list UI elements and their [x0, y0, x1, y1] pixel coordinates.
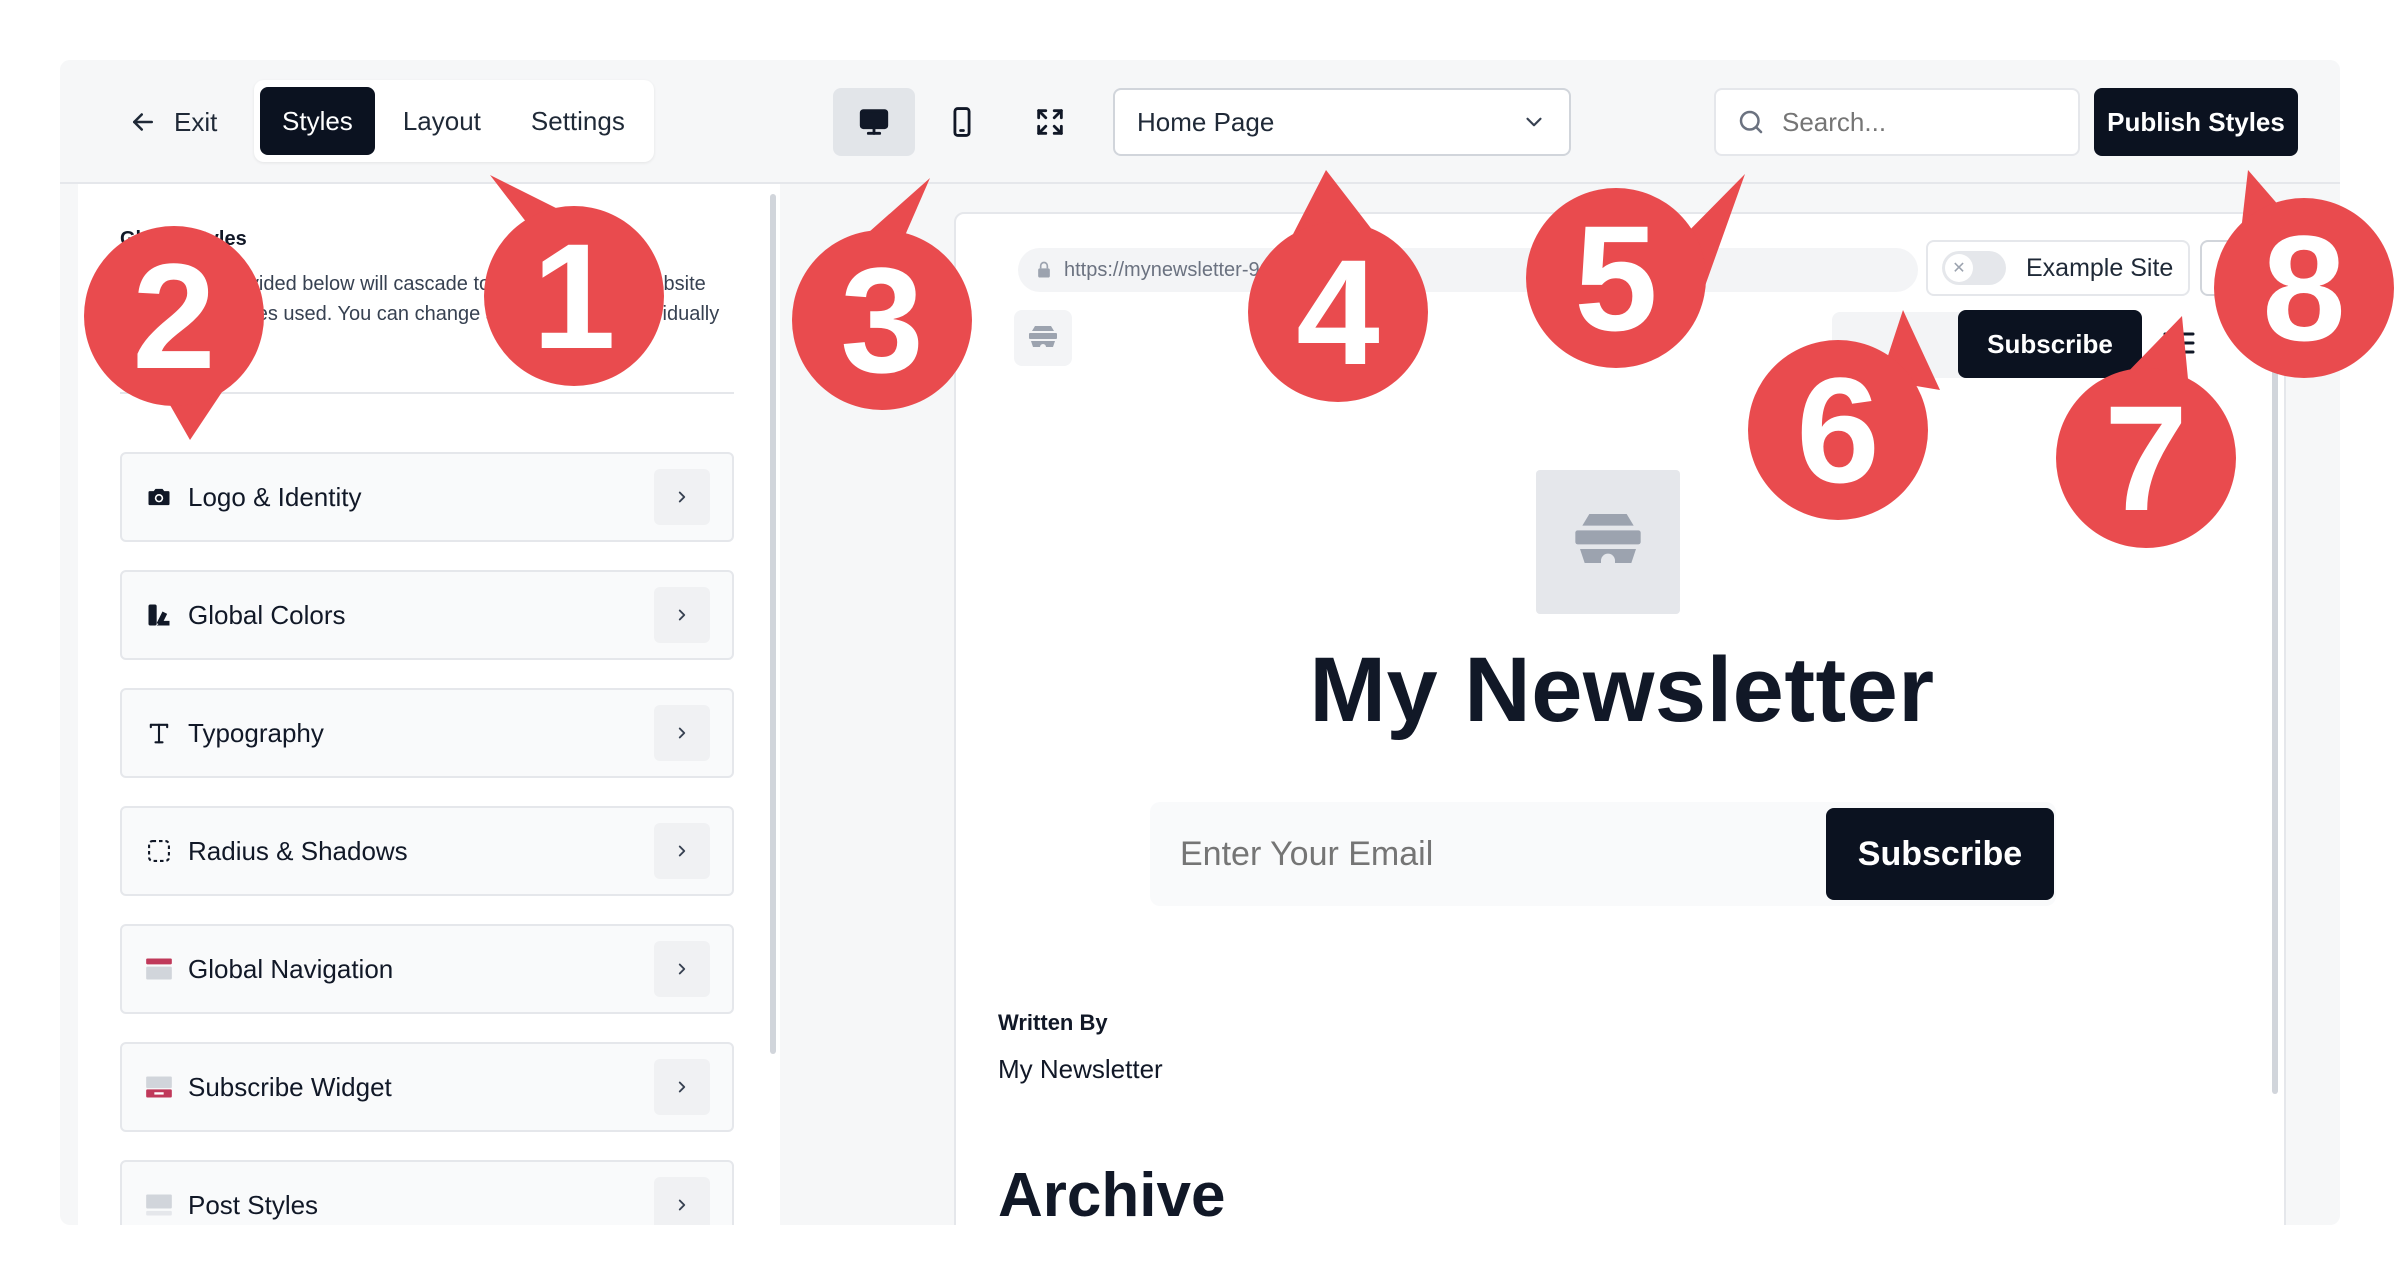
- chevron-right-icon[interactable]: [654, 705, 710, 761]
- toggle-switch[interactable]: ✕: [1942, 251, 2006, 285]
- sidebar-scrollbar[interactable]: [770, 194, 776, 1054]
- mobile-icon: [953, 107, 971, 137]
- search-icon: [1739, 110, 1763, 134]
- written-by-label: Written By: [998, 1010, 1108, 1035]
- page-select[interactable]: Home Page: [1113, 88, 1571, 156]
- dashed-square-icon: [144, 836, 174, 866]
- chevron-right-icon[interactable]: [654, 469, 710, 525]
- chevron-right-icon[interactable]: [654, 941, 710, 997]
- sidebar-item-label: Global Colors: [188, 599, 346, 630]
- sidebar-item-logo-identity[interactable]: Logo & Identity: [120, 452, 734, 542]
- palette-icon: [144, 600, 174, 630]
- widget-icon: [144, 1072, 174, 1102]
- chevron-right-icon[interactable]: [654, 823, 710, 879]
- callout-2: 2: [84, 226, 264, 406]
- callout-7: 7: [2056, 368, 2236, 548]
- chevron-right-icon[interactable]: [654, 587, 710, 643]
- sidebar-item-global-navigation[interactable]: Global Navigation: [120, 924, 734, 1014]
- exit-button[interactable]: Exit: [128, 102, 217, 142]
- sidebar-item-label: Typography: [188, 717, 324, 748]
- sidebar-item-radius-shadows[interactable]: Radius & Shadows: [120, 806, 734, 896]
- search-input[interactable]: [1782, 106, 2062, 138]
- fullscreen-icon: [1037, 109, 1063, 135]
- camera-icon: [144, 482, 174, 512]
- text-icon: [144, 718, 174, 748]
- hero-logo: [1536, 470, 1680, 614]
- site-title: My Newsletter: [1309, 639, 1935, 741]
- sidebar-item-label: Subscribe Widget: [188, 1071, 392, 1102]
- example-site-label: Example Site: [2026, 253, 2174, 282]
- callout-1: 1: [484, 206, 664, 386]
- sidebar-item-label: Radius & Shadows: [188, 835, 408, 866]
- url-bar: https://mynewsletter-96f383: [1018, 248, 1918, 292]
- callout-4: 4: [1248, 222, 1428, 402]
- search-box[interactable]: [1714, 88, 2080, 156]
- tab-layout[interactable]: Layout: [381, 87, 503, 155]
- hamburger-menu-icon[interactable]: [2162, 328, 2196, 358]
- nav-subscribe-button[interactable]: Subscribe: [1958, 310, 2142, 378]
- tab-settings[interactable]: Settings: [509, 87, 647, 155]
- exit-label: Exit: [174, 106, 218, 137]
- mobile-view-button[interactable]: [921, 88, 1003, 156]
- email-field[interactable]: [1180, 830, 1780, 878]
- post-icon: [144, 1190, 174, 1220]
- sidebar-item-label: Logo & Identity: [188, 481, 362, 512]
- hive-logo-icon: [1029, 326, 1057, 351]
- sidebar-item-label: Post Styles: [188, 1189, 319, 1220]
- editor-tabs: Styles Layout Settings: [254, 80, 654, 162]
- hive-logo-icon: [1575, 514, 1641, 573]
- chevron-right-icon[interactable]: [654, 1177, 710, 1225]
- lock-icon: [1038, 261, 1050, 278]
- callout-8: 8: [2214, 198, 2394, 378]
- publish-styles-button[interactable]: Publish Styles: [2094, 88, 2298, 156]
- author-name[interactable]: My Newsletter: [998, 1054, 1163, 1085]
- chevron-down-icon: [1526, 117, 1542, 127]
- arrow-left-icon: [133, 113, 153, 131]
- site-logo[interactable]: [1014, 310, 1072, 366]
- chevron-right-icon[interactable]: [654, 1059, 710, 1115]
- navigation-icon: [144, 954, 174, 984]
- fullscreen-button[interactable]: [1009, 88, 1091, 156]
- callout-5: 5: [1526, 188, 1706, 368]
- close-icon: ✕: [1945, 254, 1973, 282]
- callout-6: 6: [1748, 340, 1928, 520]
- sidebar-item-post-styles[interactable]: Post Styles: [120, 1160, 734, 1225]
- page-select-value: Home Page: [1137, 106, 1275, 137]
- subscribe-form: Subscribe: [1150, 802, 2056, 906]
- archive-heading: Archive: [998, 1161, 1226, 1225]
- app-frame: Exit Styles Layout Settings Home Page Pu…: [60, 60, 2340, 1225]
- tab-styles[interactable]: Styles: [260, 87, 375, 155]
- subscribe-button[interactable]: Subscribe: [1826, 808, 2054, 900]
- top-toolbar: Exit Styles Layout Settings Home Page Pu…: [60, 60, 2340, 184]
- example-site-toggle[interactable]: ✕ Example Site: [1926, 240, 2190, 296]
- sidebar-item-typography[interactable]: Typography: [120, 688, 734, 778]
- sidebar-item-global-colors[interactable]: Global Colors: [120, 570, 734, 660]
- sidebar-item-subscribe-widget[interactable]: Subscribe Widget: [120, 1042, 734, 1132]
- desktop-icon: [859, 109, 889, 135]
- desktop-view-button[interactable]: [833, 88, 915, 156]
- sidebar-item-label: Global Navigation: [188, 953, 394, 984]
- callout-3: 3: [792, 230, 972, 410]
